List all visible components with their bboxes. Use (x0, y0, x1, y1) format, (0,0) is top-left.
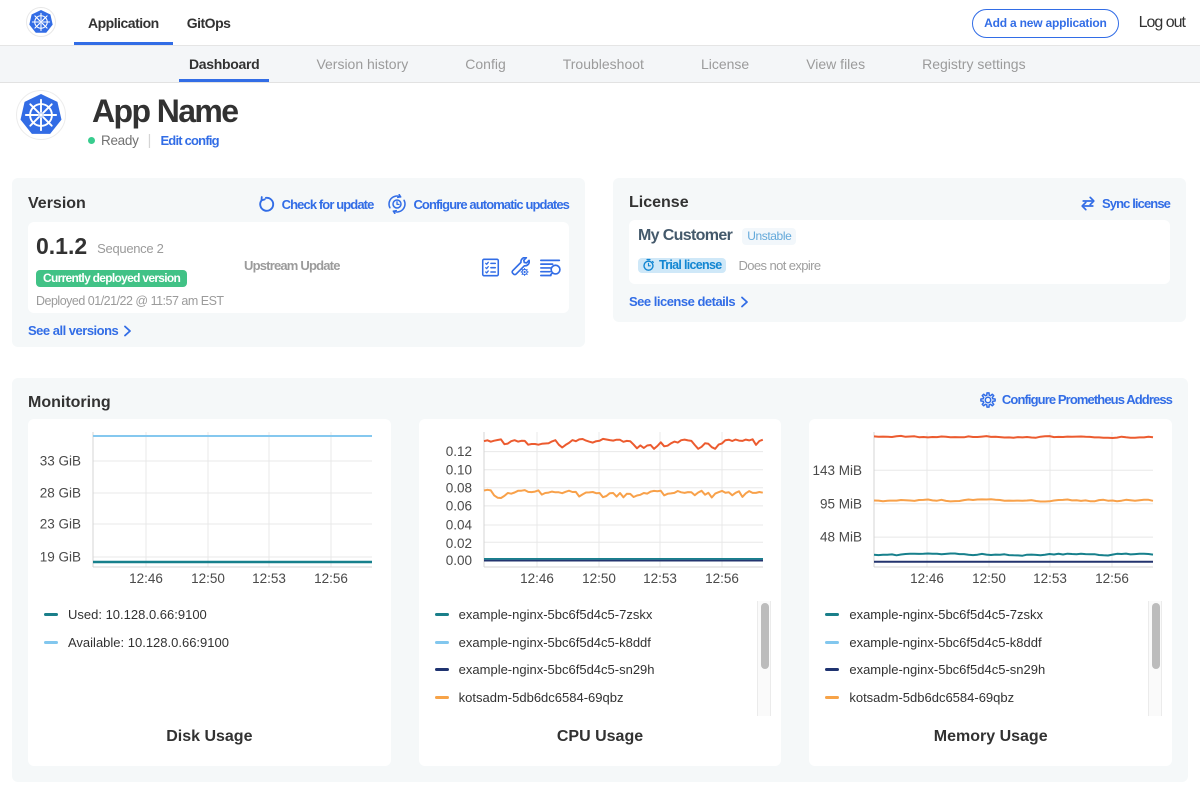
svg-text:28 GiB: 28 GiB (40, 486, 81, 501)
svg-text:12:46: 12:46 (520, 571, 554, 586)
svg-text:12:50: 12:50 (972, 571, 1006, 586)
svg-text:0.00: 0.00 (445, 553, 471, 568)
svg-text:12:53: 12:53 (1033, 571, 1067, 586)
svg-text:143 MiB: 143 MiB (813, 463, 863, 478)
svg-text:95 MiB: 95 MiB (820, 496, 862, 511)
svg-text:12:56: 12:56 (314, 571, 348, 586)
svg-text:12:53: 12:53 (252, 571, 286, 586)
svg-text:12:46: 12:46 (910, 571, 944, 586)
svg-text:12:56: 12:56 (1095, 571, 1129, 586)
svg-text:12:46: 12:46 (129, 571, 163, 586)
svg-text:12:53: 12:53 (643, 571, 677, 586)
svg-text:48 MiB: 48 MiB (820, 530, 862, 545)
svg-text:12:50: 12:50 (582, 571, 616, 586)
svg-text:0.10: 0.10 (445, 462, 471, 477)
svg-text:0.06: 0.06 (445, 499, 471, 514)
svg-text:19 GiB: 19 GiB (40, 550, 81, 565)
svg-text:12:56: 12:56 (705, 571, 739, 586)
svg-text:23 GiB: 23 GiB (40, 517, 81, 532)
svg-text:0.12: 0.12 (445, 444, 471, 459)
svg-text:0.04: 0.04 (445, 518, 472, 533)
svg-text:33 GiB: 33 GiB (40, 454, 81, 469)
svg-text:12:50: 12:50 (191, 571, 225, 586)
svg-text:0.08: 0.08 (445, 480, 471, 495)
svg-text:0.02: 0.02 (445, 536, 471, 551)
